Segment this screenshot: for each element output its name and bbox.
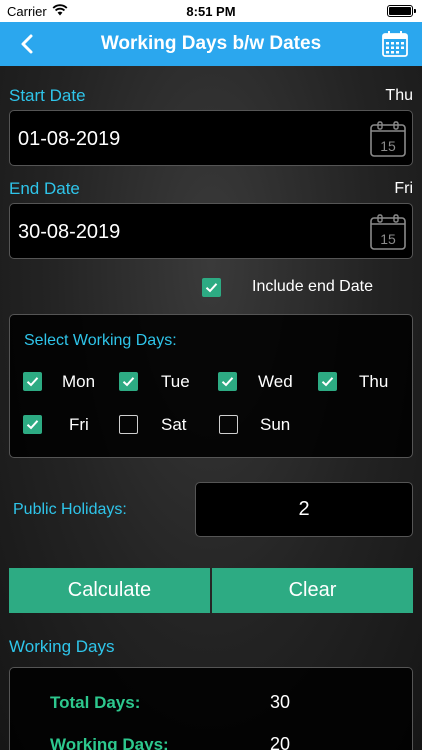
day-checkbox-fri[interactable] xyxy=(23,415,42,434)
start-date-calendar-day: 15 xyxy=(380,138,396,154)
public-holidays-label: Public Holidays: xyxy=(13,501,127,518)
end-date-calendar-day: 15 xyxy=(380,231,396,247)
status-time: 8:51 PM xyxy=(186,4,236,19)
working-days-panel: Select Working Days: Mon Tue Wed Thu Fri… xyxy=(9,314,413,458)
day-checkbox-tue[interactable] xyxy=(119,372,138,391)
day-label-sun: Sun xyxy=(260,415,291,434)
clear-button[interactable]: Clear xyxy=(212,568,413,613)
end-date-value: 30-08-2019 xyxy=(18,221,121,243)
calculate-button[interactable]: Calculate xyxy=(9,568,210,613)
day-label-sat: Sat xyxy=(161,415,187,434)
include-end-date-label: Include end Date xyxy=(252,278,373,295)
start-date-value: 01-08-2019 xyxy=(18,128,121,150)
end-date-label: End Date xyxy=(9,179,80,198)
result-panel: Total Days: 30 Working Days: 20 xyxy=(9,667,413,750)
include-end-date-checkbox[interactable] xyxy=(202,278,221,297)
day-checkbox-mon[interactable] xyxy=(23,372,42,391)
calendar-icon[interactable] xyxy=(382,30,408,57)
day-checkbox-sat[interactable] xyxy=(119,415,138,434)
start-weekday: Thu xyxy=(385,87,413,104)
checkmark-icon xyxy=(205,283,218,293)
day-checkbox-sun[interactable] xyxy=(219,415,238,434)
start-date-calendar-icon[interactable]: 15 xyxy=(369,120,407,158)
day-checkbox-thu[interactable] xyxy=(318,372,337,391)
end-date-calendar-icon[interactable]: 15 xyxy=(369,213,407,251)
checkmark-icon xyxy=(221,377,234,387)
day-label-tue: Tue xyxy=(161,372,190,391)
end-weekday: Fri xyxy=(394,180,413,197)
total-days-label: Total Days: xyxy=(50,693,141,712)
battery-icon xyxy=(387,5,416,17)
checkmark-icon xyxy=(122,377,135,387)
end-date-field[interactable]: 30-08-2019 15 xyxy=(9,203,413,259)
working-days-result-title: Working Days xyxy=(9,637,115,656)
public-holidays-input[interactable]: 2 xyxy=(195,482,413,537)
page-title: Working Days b/w Dates xyxy=(100,33,322,54)
working-days-value: 20 xyxy=(270,734,291,750)
day-label-wed: Wed xyxy=(258,372,293,391)
day-label-fri: Fri xyxy=(69,415,89,434)
checkmark-icon xyxy=(321,377,334,387)
checkmark-icon xyxy=(26,420,39,430)
nav-bar: Working Days b/w Dates xyxy=(0,22,422,66)
working-days-label: Working Days: xyxy=(50,735,169,750)
working-days-panel-title: Select Working Days: xyxy=(24,332,177,349)
start-date-field[interactable]: 01-08-2019 15 xyxy=(9,110,413,166)
day-label-thu: Thu xyxy=(359,372,389,391)
status-bar: Carrier 8:51 PM xyxy=(0,0,422,22)
day-checkbox-wed[interactable] xyxy=(218,372,237,391)
total-days-value: 30 xyxy=(270,692,291,712)
day-label-mon: Mon xyxy=(62,372,96,391)
start-date-label: Start Date xyxy=(9,86,86,105)
checkmark-icon xyxy=(26,377,39,387)
